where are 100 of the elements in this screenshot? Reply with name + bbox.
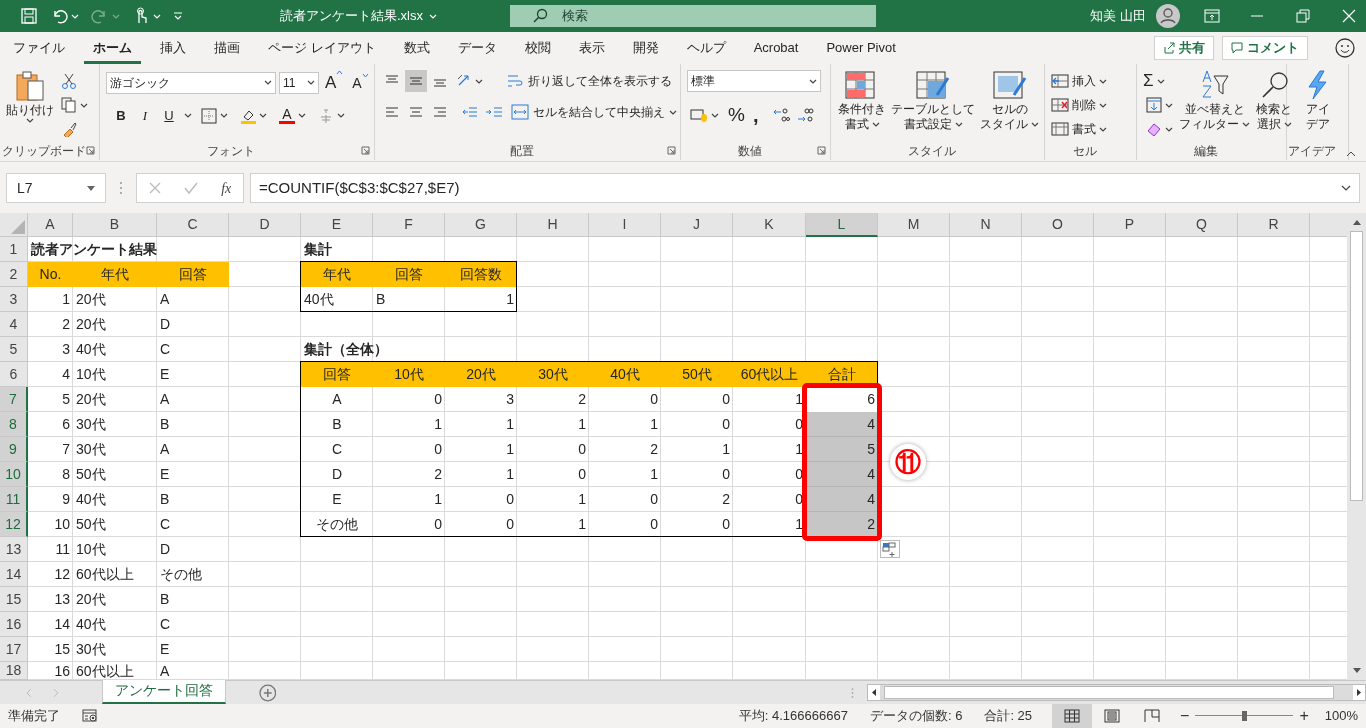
sort-filter-button[interactable]: 並べ替えと フィルター	[1176, 70, 1253, 142]
column-header[interactable]: E	[301, 213, 373, 237]
ribbon-tab[interactable]: ファイル	[4, 32, 74, 64]
comment-button[interactable]: コメント	[1222, 36, 1308, 60]
ribbon-tab[interactable]: データ	[448, 32, 506, 64]
add-sheet-icon[interactable]	[258, 683, 277, 702]
font-size-field[interactable]: 11	[279, 71, 319, 94]
column-header[interactable]: P	[1094, 213, 1166, 237]
row-header[interactable]: 5	[0, 337, 28, 362]
autosum-button[interactable]: Σ	[1143, 70, 1176, 92]
insert-function-button[interactable]: fx	[221, 177, 232, 199]
number-format-field[interactable]: 標準	[687, 70, 821, 92]
ribbon-tab[interactable]: 校閲	[515, 32, 560, 64]
vertical-align-button[interactable]	[405, 70, 427, 92]
merge-center-button[interactable]: セルを結合して中央揃え	[511, 103, 677, 121]
dialog-launcher-icon[interactable]	[86, 146, 95, 155]
font-name-field[interactable]: 游ゴシック	[106, 71, 276, 94]
font-color-button[interactable]: A	[276, 104, 309, 127]
column-header[interactable]: R	[1238, 213, 1310, 237]
scrollbar-thumb[interactable]	[1350, 231, 1363, 501]
slider-thumb[interactable]	[1241, 711, 1247, 721]
row-header[interactable]: 13	[0, 537, 28, 562]
quick-analysis-icon[interactable]	[880, 540, 900, 558]
ribbon-tab[interactable]: ページ レイアウト	[259, 32, 385, 64]
find-select-button[interactable]: 検索と 選択	[1253, 70, 1295, 142]
row-header[interactable]: 8	[0, 412, 28, 437]
row-header[interactable]: 9	[0, 437, 28, 462]
column-header[interactable]: G	[445, 213, 517, 237]
grow-font-button[interactable]: A	[322, 70, 347, 96]
macro-recording-icon[interactable]	[82, 709, 98, 723]
column-header[interactable]: K	[733, 213, 806, 237]
close-icon[interactable]	[1342, 9, 1356, 23]
comma-button[interactable]: ,	[750, 107, 761, 124]
row-header[interactable]: 18	[0, 662, 28, 680]
scroll-left-icon[interactable]	[868, 685, 881, 700]
column-header[interactable]: I	[589, 213, 661, 237]
drag-handle-icon[interactable]	[119, 181, 123, 195]
collapse-ribbon-icon[interactable]	[1346, 151, 1356, 157]
row-header[interactable]: 2	[0, 262, 28, 287]
zoom-out-button[interactable]: −	[1180, 704, 1190, 728]
insert-cells-button[interactable]: 挿入	[1051, 70, 1107, 92]
column-header[interactable]: Q	[1166, 213, 1238, 237]
ribbon-tab[interactable]: 挿入	[151, 32, 195, 64]
avatar-icon[interactable]	[1156, 4, 1180, 28]
decrease-decimal-icon[interactable]	[796, 107, 815, 124]
paste-button[interactable]: 貼り付け	[6, 70, 54, 142]
row-header[interactable]: 1	[0, 237, 28, 262]
ribbon-tab[interactable]: 描画	[205, 32, 249, 64]
ribbon-tab[interactable]: Power Pivot	[817, 32, 905, 64]
ribbon-tab[interactable]: 数式	[394, 32, 439, 64]
wrap-text-button[interactable]: 折り返して全体を表示する	[506, 72, 672, 90]
percent-button[interactable]: %	[728, 101, 745, 130]
sheet-tab[interactable]: アンケート回答	[101, 679, 226, 704]
row-header[interactable]: 12	[0, 512, 28, 537]
cell-styles-button[interactable]: セルの スタイル	[979, 70, 1040, 142]
ribbon-tab[interactable]: ホーム	[84, 32, 141, 64]
row-header[interactable]: 14	[0, 562, 28, 587]
ribbon-display-icon[interactable]	[1204, 9, 1220, 23]
row-header[interactable]: 3	[0, 287, 28, 312]
column-header[interactable]: A	[28, 213, 73, 237]
ribbon-tab[interactable]: ヘルプ	[677, 32, 735, 64]
delete-cells-button[interactable]: 削除	[1051, 94, 1107, 116]
ribbon-tab[interactable]: 表示	[569, 32, 614, 64]
smiley-icon[interactable]	[1334, 37, 1356, 59]
formula-field[interactable]: =COUNTIF($C$3:$C$27,$E7)	[250, 173, 1360, 203]
row-header[interactable]: 10	[0, 462, 28, 487]
row-header[interactable]: 6	[0, 362, 28, 387]
zoom-slider[interactable]	[1195, 709, 1294, 723]
column-header[interactable]: L	[806, 213, 878, 237]
row-header[interactable]: 4	[0, 312, 28, 337]
increase-decimal-icon[interactable]	[772, 107, 791, 124]
dialog-launcher-icon[interactable]	[361, 146, 370, 155]
row-header[interactable]: 16	[0, 612, 28, 637]
zoom-level[interactable]: 100%	[1324, 706, 1358, 726]
restore-icon[interactable]	[1296, 9, 1310, 23]
conditional-format-button[interactable]: 条件付き 書式	[837, 70, 887, 142]
ideas-button[interactable]: アイ デア	[1293, 70, 1342, 142]
column-header[interactable]: D	[229, 213, 301, 237]
search-field[interactable]: 検索	[510, 5, 876, 27]
scroll-right-icon[interactable]	[1353, 685, 1365, 700]
scroll-down-icon[interactable]	[1351, 667, 1362, 675]
shrink-font-button[interactable]: A	[349, 71, 372, 95]
column-header[interactable]: C	[157, 213, 229, 237]
row-header[interactable]: 11	[0, 487, 28, 512]
underline-button[interactable]: U	[160, 105, 178, 126]
dialog-launcher-icon[interactable]	[667, 146, 676, 155]
format-table-button[interactable]: テーブルとして 書式設定	[890, 70, 976, 142]
scroll-up-icon[interactable]	[1351, 218, 1362, 226]
row-header[interactable]: 15	[0, 587, 28, 612]
zoom-in-button[interactable]: +	[1299, 704, 1309, 728]
name-box[interactable]: L7	[6, 173, 106, 203]
column-header[interactable]: M	[878, 213, 950, 237]
share-button[interactable]: 共有	[1154, 36, 1214, 60]
ribbon-tab[interactable]: Acrobat	[744, 32, 808, 64]
normal-view-button[interactable]	[1052, 704, 1093, 728]
italic-button[interactable]: I	[136, 105, 154, 126]
row-header[interactable]: 17	[0, 637, 28, 662]
column-header[interactable]: H	[517, 213, 589, 237]
save-icon[interactable]	[20, 7, 38, 25]
bold-button[interactable]: B	[112, 105, 130, 126]
